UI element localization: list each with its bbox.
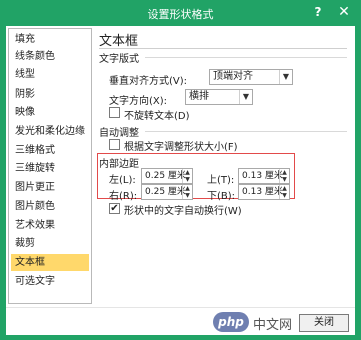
vertical-align-dropdown[interactable]: 顶端对齐 ▼ [209, 69, 293, 85]
sidebar-item-artistic-effects[interactable]: 艺术效果 [11, 217, 89, 234]
category-list: 填充 线条颜色 线型 阴影 映像 发光和柔化边缘 三维格式 三维旋转 图片更正 … [8, 28, 92, 304]
right-margin-spinner[interactable]: 0.25 厘米 ▲ ▼ [141, 184, 193, 200]
sidebar-item-picture-corrections[interactable]: 图片更正 [11, 179, 89, 196]
spin-up-icon[interactable]: ▲ [282, 169, 287, 176]
spin-down-icon[interactable]: ▼ [282, 192, 287, 199]
text-box-panel: 文本框 文字版式 垂直对齐方式(V): 顶端对齐 ▼ 文字方向(X): 横排 ▼… [95, 28, 351, 304]
wrap-text-label: 形状中的文字自动换行(W) [124, 206, 242, 217]
autofit-divider [145, 131, 347, 132]
vertical-align-value: 顶端对齐 [213, 71, 253, 82]
top-margin-value: 0.13 厘米 [242, 171, 283, 181]
right-margin-label: 右(R): [109, 191, 138, 202]
chevron-down-icon: ▼ [239, 90, 252, 104]
sidebar-item-reflection[interactable]: 映像 [11, 104, 89, 121]
spinner-arrows-icon[interactable]: ▲ ▼ [182, 169, 192, 183]
spinner-arrows-icon[interactable]: ▲ ▼ [279, 185, 289, 199]
resize-shape-label: 根据文字调整形状大小(F) [124, 142, 238, 153]
resize-shape-checkbox[interactable] [109, 139, 120, 150]
dialog-window: 设置形状格式 ? ✕ 填充 线条颜色 线型 阴影 映像 发光和柔化边缘 三维格式… [0, 0, 361, 340]
spinner-arrows-icon[interactable]: ▲ ▼ [182, 185, 192, 199]
sidebar-item-crop[interactable]: 裁剪 [11, 235, 89, 252]
chevron-down-icon: ▼ [279, 70, 292, 84]
panel-title: 文本框 [99, 34, 139, 49]
spin-down-icon[interactable]: ▼ [185, 192, 190, 199]
left-margin-label: 左(L): [109, 175, 136, 186]
spin-up-icon[interactable]: ▲ [185, 185, 190, 192]
sidebar-item-text-box[interactable]: 文本框 [11, 254, 89, 271]
no-rotate-checkbox[interactable] [109, 107, 120, 118]
text-layout-heading: 文字版式 [99, 54, 139, 65]
text-direction-value: 横排 [189, 91, 209, 102]
title-bar[interactable]: 设置形状格式 ? ✕ [0, 0, 361, 26]
sidebar-item-picture-color[interactable]: 图片颜色 [11, 198, 89, 215]
sidebar-item-fill[interactable]: 填充 [11, 31, 89, 48]
text-direction-label: 文字方向(X): [109, 96, 168, 107]
spinner-arrows-icon[interactable]: ▲ ▼ [279, 169, 289, 183]
no-rotate-label: 不旋转文本(D) [124, 111, 190, 122]
spin-up-icon[interactable]: ▲ [185, 169, 190, 176]
sidebar-item-3d-rotation[interactable]: 三维旋转 [11, 160, 89, 177]
text-layout-divider [145, 57, 347, 58]
sidebar-item-3d-format[interactable]: 三维格式 [11, 142, 89, 159]
internal-margin-heading: 内部边距 [99, 159, 139, 170]
text-direction-dropdown[interactable]: 横排 ▼ [185, 89, 253, 105]
sidebar-item-alt-text[interactable]: 可选文字 [11, 273, 89, 290]
sidebar-item-glow-soft-edges[interactable]: 发光和柔化边缘 [11, 123, 89, 140]
spin-down-icon[interactable]: ▼ [185, 176, 190, 183]
sidebar-item-line-color[interactable]: 线条颜色 [11, 48, 89, 65]
close-icon[interactable]: ✕ [331, 2, 357, 22]
title-divider [99, 48, 347, 49]
left-margin-value: 0.25 厘米 [145, 171, 186, 181]
sidebar-item-shadow[interactable]: 阴影 [11, 86, 89, 103]
close-button[interactable]: 关闭 [299, 314, 349, 332]
help-icon[interactable]: ? [305, 2, 331, 22]
dialog-footer: php 中文网 关闭 [6, 307, 355, 335]
bottom-margin-label: 下(B): [207, 191, 236, 202]
dialog-body: 填充 线条颜色 线型 阴影 映像 发光和柔化边缘 三维格式 三维旋转 图片更正 … [6, 26, 355, 335]
top-margin-spinner[interactable]: 0.13 厘米 ▲ ▼ [238, 168, 290, 184]
vertical-align-label: 垂直对齐方式(V): [109, 76, 188, 87]
wrap-text-checkbox[interactable]: ✔ [109, 203, 120, 214]
watermark-text: 中文网 [253, 318, 293, 333]
left-margin-spinner[interactable]: 0.25 厘米 ▲ ▼ [141, 168, 193, 184]
bottom-margin-spinner[interactable]: 0.13 厘米 ▲ ▼ [238, 184, 290, 200]
php-logo: php [213, 312, 249, 332]
sidebar-item-line-style[interactable]: 线型 [11, 66, 89, 83]
bottom-margin-value: 0.13 厘米 [242, 187, 283, 197]
spin-down-icon[interactable]: ▼ [282, 176, 287, 183]
spin-up-icon[interactable]: ▲ [282, 185, 287, 192]
php-watermark: php 中文网 [213, 310, 295, 334]
top-margin-label: 上(T): [207, 175, 235, 186]
right-margin-value: 0.25 厘米 [145, 187, 186, 197]
autofit-heading: 自动调整 [99, 128, 139, 139]
